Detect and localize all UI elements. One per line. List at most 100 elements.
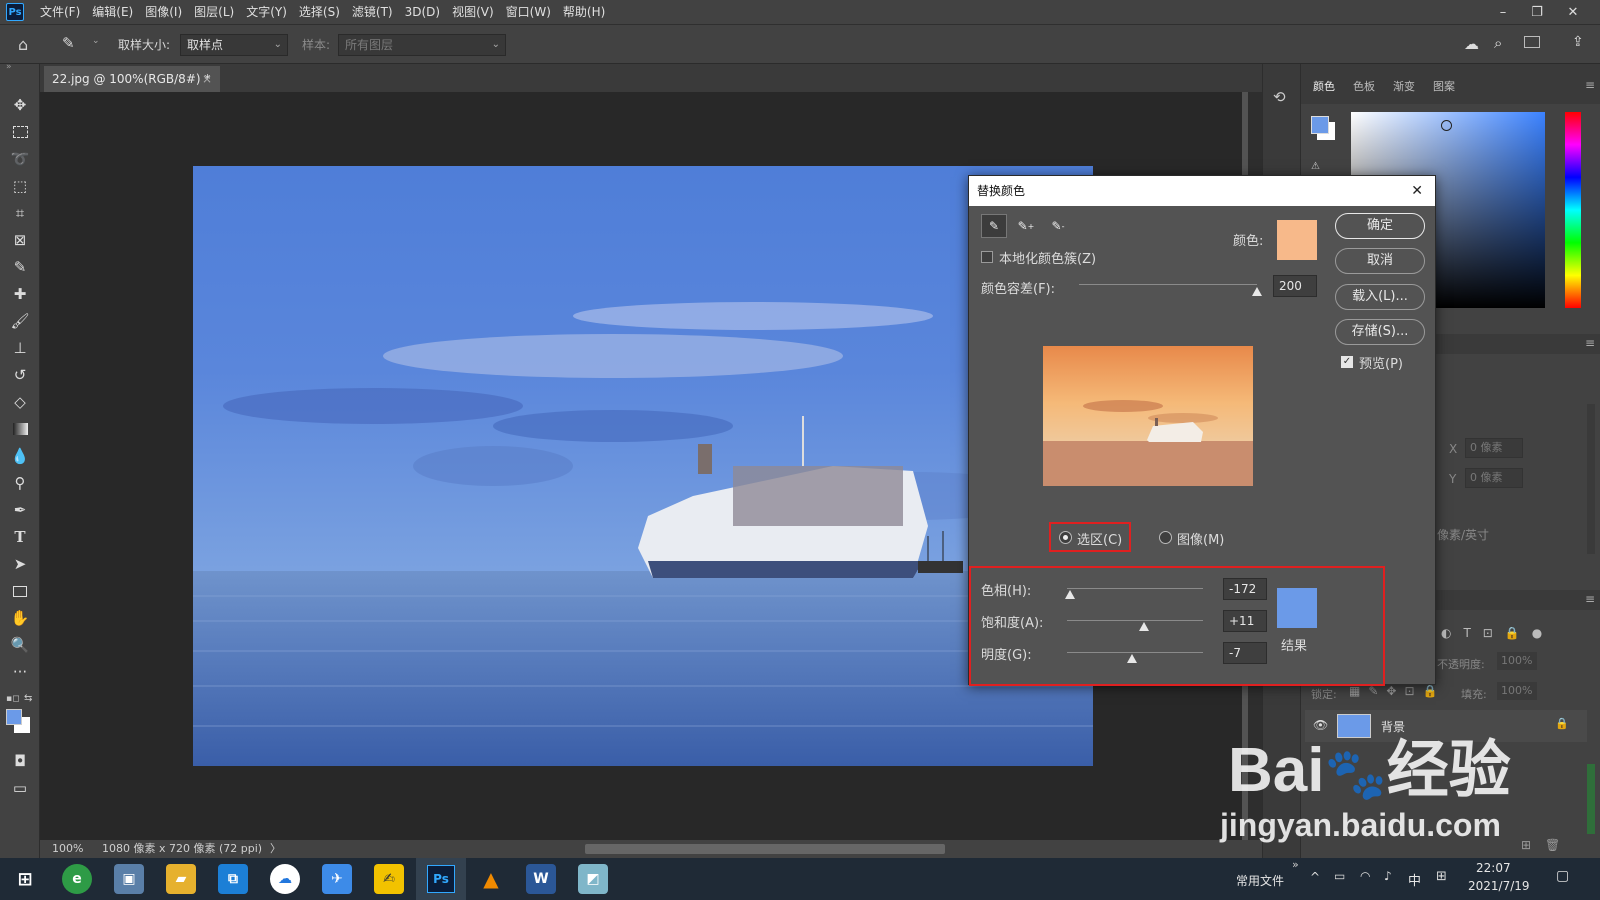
clock-date[interactable]: 2021/7/19 [1468,879,1530,893]
document-tab[interactable]: 22.jpg @ 100%(RGB/8#) * × [44,66,220,92]
saturation-slider-thumb[interactable] [1139,622,1149,631]
more-tools-icon[interactable]: ··· [8,661,32,683]
fuzziness-slider-track[interactable] [1079,284,1257,285]
fuzziness-input[interactable]: 200 [1273,275,1317,297]
sample-select[interactable]: 所有图层 ⌄ [338,34,506,56]
windows-start-icon[interactable]: ⊞ [10,864,40,894]
load-button[interactable]: 载入(L)... [1335,284,1425,310]
color-picker-cursor[interactable] [1441,120,1452,131]
hue-input[interactable]: -172 [1223,578,1267,600]
menu-image[interactable]: 图像(I) [139,0,188,24]
show-hidden-icons-icon[interactable]: ^ [1310,870,1320,884]
cloud-user-icon[interactable]: ☁ [1464,35,1479,53]
eraser-tool-icon[interactable]: ◇ [8,391,32,413]
sample-color-swatch[interactable] [1277,220,1317,260]
type-tool-icon[interactable]: T [8,526,32,548]
taskbar-photoshop-active[interactable]: Ps [416,858,466,900]
rectangle-tool-icon[interactable] [8,580,32,602]
hue-slider[interactable] [1565,112,1581,308]
saturation-slider-track[interactable] [1067,620,1203,621]
cancel-button[interactable]: 取消 [1335,248,1425,274]
clock-time[interactable]: 22:07 [1476,861,1511,875]
history-panel-icon[interactable]: ⟲ [1273,88,1286,106]
saturation-input[interactable]: +11 [1223,610,1267,632]
frame-tool-icon[interactable]: ⊠ [8,229,32,251]
notes-app-icon[interactable]: ✍ [374,864,404,894]
foreground-color-swatch[interactable] [6,709,22,725]
lightness-slider-track[interactable] [1067,652,1203,653]
save-button[interactable]: 存储(S)... [1335,319,1425,345]
ime-indicator[interactable]: 中 [1408,870,1421,889]
selection-radio[interactable] [1059,531,1072,544]
zoom-level[interactable]: 100% [52,840,83,858]
minimize-icon[interactable]: – [1486,0,1520,24]
gradient-tool-icon[interactable] [8,418,32,440]
crop-tool-icon[interactable]: ⌗ [8,202,32,224]
opacity-input[interactable]: 100% [1497,652,1537,670]
eyedropper-icon[interactable]: ✎ [981,214,1007,238]
fill-input[interactable]: 100% [1497,682,1537,700]
task-view-app-icon[interactable]: ⧉ [218,864,248,894]
menu-type[interactable]: 文字(Y) [240,0,293,24]
ok-button[interactable]: 确定 [1335,213,1425,239]
menu-file[interactable]: 文件(F) [34,0,86,24]
y-position-input[interactable]: 0 像素 [1465,468,1523,488]
tab-color[interactable]: 颜色 [1313,78,1335,94]
preview-thumbnail[interactable] [1043,346,1253,486]
menu-view[interactable]: 视图(V) [446,0,500,24]
taskbar-folder-label[interactable]: 常用文件 [1236,872,1284,889]
zoom-tool-icon[interactable]: 🔍 [8,634,32,656]
panel-menu-icon[interactable]: ≡ [1585,78,1595,92]
screen-mode-icon[interactable]: ▭ [8,777,32,799]
vlc-icon[interactable]: ▲ [476,864,506,894]
localized-clusters-checkbox[interactable] [981,251,993,263]
lightness-slider-thumb[interactable] [1127,654,1137,663]
hue-slider-track[interactable] [1067,588,1203,589]
properties-scrollbar[interactable] [1587,404,1595,554]
preview-checkbox[interactable]: ✓ [1341,356,1353,368]
quick-mask-icon[interactable]: ◘ [8,750,32,772]
search-icon[interactable]: ⌕ [1494,34,1502,52]
baidu-netdisk-icon[interactable]: ☁ [270,864,300,894]
restore-icon[interactable]: ❐ [1520,0,1554,24]
ime-mode-icon[interactable]: ⊞ [1436,869,1447,884]
status-menu-arrow-icon[interactable]: 〉 [270,840,281,858]
marquee-tool-icon[interactable] [8,121,32,143]
layer-filter-icons[interactable]: ◐T⊡🔒● [1441,626,1554,640]
browser-icon[interactable]: e [62,864,92,894]
tablet-app-icon[interactable]: ◩ [578,864,608,894]
eyedropper-subtract-icon[interactable]: ✎ - [1045,214,1071,238]
swap-colors-icon[interactable]: ⇆ [24,693,32,704]
feishu-app-icon[interactable]: ✈ [322,864,352,894]
photos-app-icon[interactable]: ▣ [114,864,144,894]
brush-tool-icon[interactable]: 🖌 [8,310,32,332]
default-colors-icon[interactable]: ▪◻ [6,694,20,704]
menu-select[interactable]: 选择(S) [293,0,346,24]
menu-layer[interactable]: 图层(L) [188,0,240,24]
tool-preset-chevron-icon[interactable]: ⌄ [92,36,100,46]
move-tool-icon[interactable]: ✥ [8,94,32,116]
toolbar-expand-icon[interactable]: » [1292,858,1299,871]
close-tab-icon[interactable]: × [202,66,212,92]
dodge-tool-icon[interactable]: ⚲ [8,472,32,494]
sample-size-select[interactable]: 取样点 ⌄ [180,34,288,56]
menu-help[interactable]: 帮助(H) [557,0,611,24]
menu-3d[interactable]: 3D(D) [399,0,446,24]
horizontal-scrollbar[interactable] [585,844,945,854]
layers-scrollbar[interactable] [1587,764,1595,834]
collapse-arrows-icon[interactable]: » [6,62,12,72]
menu-filter[interactable]: 滤镜(T) [346,0,399,24]
visibility-eye-icon[interactable]: 👁 [1313,718,1328,732]
panel-foreground-swatch[interactable] [1311,116,1329,134]
layers-panel-menu-icon[interactable]: ≡ [1585,592,1595,606]
clone-stamp-tool-icon[interactable]: ⊥ [8,337,32,359]
result-color-swatch[interactable] [1277,588,1317,628]
eyedropper-tool-icon[interactable]: ✎ [62,34,75,52]
layer-bottom-actions[interactable]: ⊞🗑 [1521,838,1574,852]
path-selection-tool-icon[interactable]: ➤ [8,553,32,575]
document-image[interactable] [193,166,1093,766]
notification-center-icon[interactable]: ▢ [1556,868,1569,884]
layer-name[interactable]: 背景 [1381,718,1405,735]
close-window-icon[interactable]: ✕ [1556,0,1590,24]
menu-window[interactable]: 窗口(W) [500,0,557,24]
